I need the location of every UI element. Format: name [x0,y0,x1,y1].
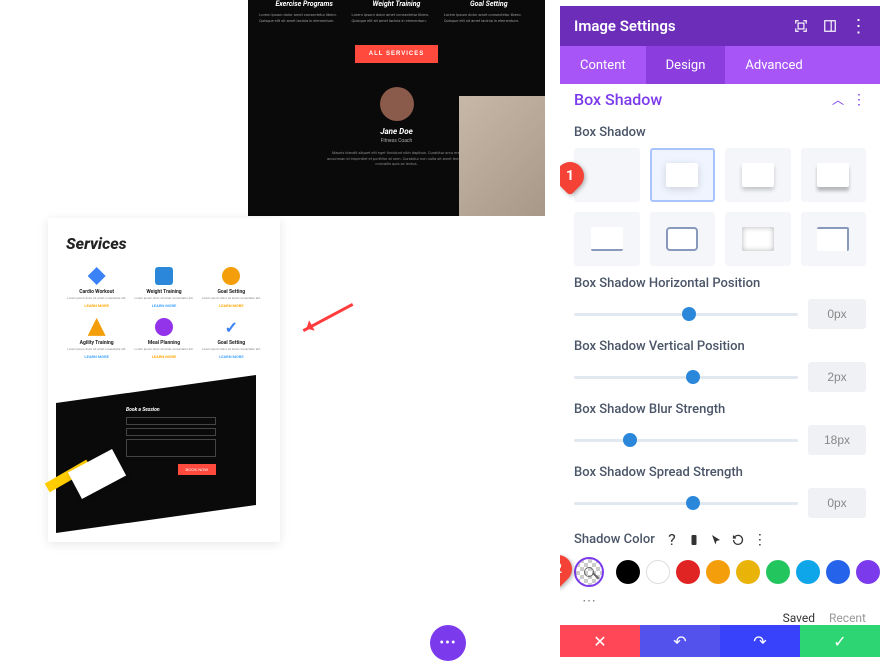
hover-icon[interactable] [709,533,723,547]
horizontal-slider[interactable] [574,313,798,316]
panel-tabs: Content Design Advanced [560,46,880,84]
redo-icon: ↷ [753,632,766,651]
shadow-color-label: Shadow Color [574,532,655,547]
swatch-yellow[interactable] [736,560,760,584]
swatch-white[interactable] [646,560,670,584]
swatch-more-icon[interactable]: ⋯ [582,593,866,609]
fab-button[interactable]: ••• [430,625,466,661]
author-description: Mauris blandit aliquet elit eget tincidu… [327,150,467,167]
dots-icon: ••• [439,635,456,651]
horizontal-position-label: Box Shadow Horizontal Position [574,276,866,291]
chevron-up-icon[interactable]: ︿ [832,91,844,108]
options-menu-icon[interactable]: ⋮ [753,533,767,547]
panel-body: Box Shadow 1 Box Shadow Horizontal Posit… [560,115,880,625]
check-icon: ✓ [833,632,846,651]
booking-email-input[interactable] [126,428,216,436]
booking-heading: Book a Session [126,407,226,413]
tab-recent-colors[interactable]: Recent [829,611,866,625]
swatch-transparent[interactable] [574,557,604,587]
annotation-arrow [303,303,354,332]
redo-button[interactable]: ↷ [720,625,800,657]
image-settings-panel: Image Settings ⋮ Content Design Advanced… [560,6,880,670]
preview-hero-section: Exercise ProgramsLorem ipsum dolor amet … [248,0,545,216]
panel-header: Image Settings ⋮ [560,6,880,46]
spread-strength-label: Box Shadow Spread Strength [574,465,866,480]
box-shadow-label: Box Shadow [574,125,866,140]
hero-side-image [459,96,545,216]
horizontal-value-input[interactable] [808,299,866,329]
swatch-orange[interactable] [706,560,730,584]
swatch-purple[interactable] [856,560,880,584]
spread-value-input[interactable] [808,488,866,518]
section-header[interactable]: Box Shadow ︿ ⋮ [560,84,880,115]
hero-col-title: Exercise Programs [259,0,349,8]
annotation-marker-1: 1 [560,156,590,196]
panel-footer: ✕ ↶ ↷ ✓ [560,625,880,657]
eyedropper-icon [584,567,594,577]
swatch-teal[interactable] [796,560,820,584]
hero-col-title: Weight Training [351,0,441,8]
undo-button[interactable]: ↶ [640,625,720,657]
shadow-preset-2[interactable] [725,148,791,202]
save-button[interactable]: ✓ [800,625,880,657]
blur-slider[interactable] [574,439,798,442]
spread-slider[interactable] [574,502,798,505]
services-card: Services Cardio WorkoutLorem ipsum dolor… [48,218,280,542]
phone-icon[interactable] [687,533,701,547]
swatch-black[interactable] [616,560,640,584]
blur-value-input[interactable] [808,425,866,455]
help-icon[interactable]: ? [665,533,679,547]
section-title: Box Shadow [574,90,662,109]
layout-icon[interactable] [822,19,837,34]
close-icon: ✕ [593,632,606,651]
swatch-green[interactable] [766,560,790,584]
check-icon: ✓ [222,318,240,336]
vertical-slider[interactable] [574,376,798,379]
expand-icon[interactable] [793,19,808,34]
meal-icon [155,318,173,336]
book-now-button[interactable]: BOOK NOW [178,464,216,475]
all-services-button[interactable]: ALL SERVICES [355,45,438,63]
swatch-blue[interactable] [826,560,850,584]
tab-advanced[interactable]: Advanced [725,46,822,84]
shadow-preset-7[interactable] [801,212,867,266]
dumbbell-icon [155,267,173,285]
author-avatar [380,87,414,121]
booking-message-input[interactable] [126,439,216,457]
page-preview: Exercise ProgramsLorem ipsum dolor amet … [0,0,560,670]
reset-icon[interactable] [731,533,745,547]
tab-content[interactable]: Content [560,46,646,84]
agility-icon [88,318,106,336]
blur-strength-label: Box Shadow Blur Strength [574,402,866,417]
services-heading: Services [66,234,262,253]
section-menu-icon[interactable]: ⋮ [852,92,866,108]
vertical-position-label: Box Shadow Vertical Position [574,339,866,354]
color-swatch-row: 2 [574,557,866,595]
hero-col-title: Goal Setting [444,0,534,8]
target-icon [222,267,240,285]
undo-icon: ↶ [673,632,686,651]
booking-name-input[interactable] [126,417,216,425]
tab-saved-colors[interactable]: Saved [783,611,815,625]
vertical-value-input[interactable] [808,362,866,392]
menu-icon[interactable]: ⋮ [851,19,866,34]
tab-design[interactable]: Design [646,46,726,84]
shadow-preset-grid: 1 [574,148,866,266]
shadow-preset-none[interactable]: 1 [574,148,640,202]
shadow-preset-3[interactable] [801,148,867,202]
cancel-button[interactable]: ✕ [560,625,640,657]
panel-title: Image Settings [574,17,676,35]
running-icon [88,267,106,285]
shadow-preset-4[interactable] [574,212,640,266]
shadow-preset-1[interactable] [650,148,716,202]
shadow-preset-5[interactable] [650,212,716,266]
swatch-red[interactable] [676,560,700,584]
shadow-preset-6[interactable] [725,212,791,266]
